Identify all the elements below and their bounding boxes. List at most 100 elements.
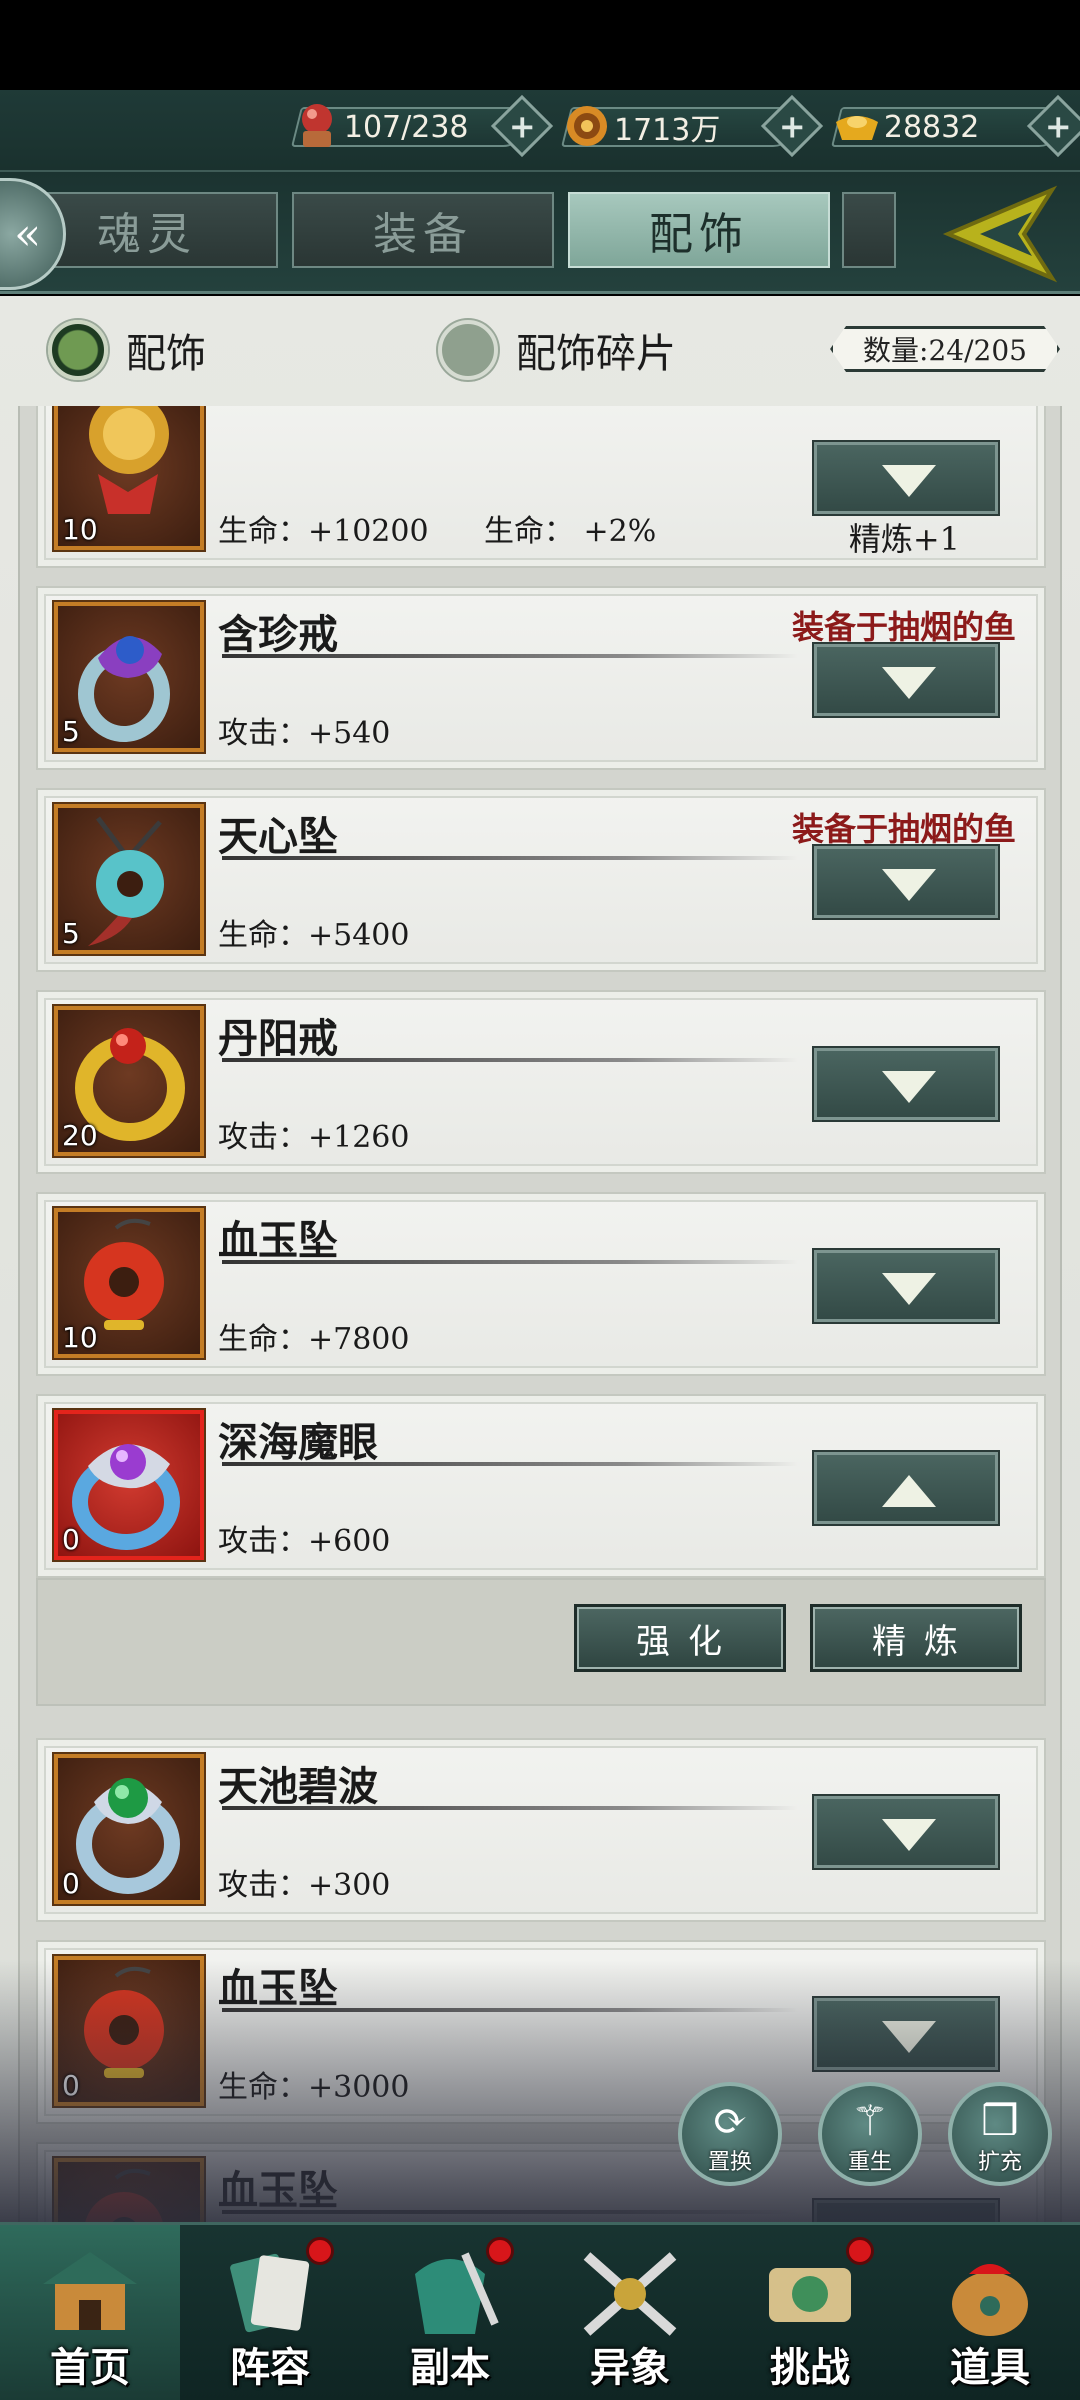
item-stat: 攻击：+300 [218, 1868, 391, 1903]
game-emblem-icon [940, 184, 1060, 284]
tab-equipment[interactable]: 装备 [292, 192, 554, 268]
coin-resource: 1713万 + [561, 94, 824, 158]
enhance-label: 强化 [636, 1621, 740, 1662]
accessory-card[interactable]: 0 深海魔眼 攻击：+600 [36, 1394, 1046, 1578]
item-level: 20 [62, 1119, 98, 1152]
notification-dot-icon [486, 2237, 514, 2265]
nav-label: 道具 [950, 2344, 1030, 2391]
refine-level: 精炼+1 [848, 520, 960, 558]
status-bar [0, 0, 1080, 90]
name-underline [222, 1462, 798, 1466]
bell-icon[interactable]: 10 [54, 406, 204, 550]
item-stat: 生命：+5400 [218, 918, 410, 953]
expand-button[interactable] [814, 1048, 998, 1120]
ring-purple-icon[interactable]: 5 [54, 602, 204, 752]
swap-label: 置换 [707, 2150, 752, 2175]
item-level: 0 [62, 1523, 80, 1556]
item-level: 10 [62, 513, 98, 546]
item-stat: 攻击：+600 [218, 1524, 391, 1559]
item-level: 0 [62, 1867, 80, 1900]
tab-equipment-label: 装备 [373, 209, 473, 260]
item-action-panel: 强化 精炼 [36, 1578, 1046, 1706]
accessory-card[interactable]: 20 丹阳戒 攻击：+1260 [36, 990, 1046, 1174]
accessory-card[interactable]: 0 天池碧波 攻击：+300 [36, 1738, 1046, 1922]
accessories-radio[interactable]: 配饰 [48, 320, 206, 380]
tab-soul-label: 魂灵 [97, 209, 197, 260]
item-name: 丹阳戒 [218, 1015, 338, 1062]
name-underline [222, 1260, 798, 1264]
fragments-radio-label: 配饰碎片 [516, 331, 676, 377]
accessory-card[interactable]: 10 血玉坠 生命：+7800 [36, 1192, 1046, 1376]
rebirth-label: 重生 [847, 2150, 892, 2175]
anomaly-icon [570, 2239, 690, 2349]
accessory-card[interactable]: 5 天心坠 生命：+5400 装备于抽烟的鱼 [36, 788, 1046, 972]
collapse-button[interactable] [814, 1452, 998, 1524]
expand-button[interactable] [814, 1250, 998, 1322]
jade-pendant-icon[interactable]: 5 [54, 804, 204, 954]
nav-dungeon[interactable]: 副本 [360, 2225, 540, 2400]
accessory-card[interactable]: 10 生命：+10200 生命： +2% 精炼+1 [36, 406, 1046, 568]
add-coin-button[interactable]: + [760, 94, 824, 158]
add-stamina-button[interactable]: + [490, 94, 554, 158]
bottom-fade [0, 1960, 1080, 2222]
expand-button[interactable]: ❒ 扩充 [948, 2082, 1052, 2186]
enhance-button[interactable]: 强化 [574, 1604, 786, 1672]
ring-silver-icon[interactable]: 0 [54, 1410, 204, 1560]
rebirth-icon: ⚚ [851, 2096, 889, 2145]
coin-value: 1713万 [614, 113, 721, 148]
nav-label: 异象 [590, 2344, 670, 2391]
item-stat: 攻击：+540 [218, 716, 391, 751]
nav-anomaly[interactable]: 异象 [540, 2225, 720, 2400]
gold-ingot-icon [830, 98, 884, 154]
item-name: 天心坠 [218, 813, 338, 860]
name-underline [222, 1806, 798, 1810]
tab-accessories[interactable]: 配饰 [568, 192, 830, 268]
accessories-radio-label: 配饰 [126, 331, 206, 377]
nav-label: 副本 [410, 2344, 490, 2391]
expand-label: 扩充 [977, 2150, 1022, 2175]
home-icon [30, 2239, 150, 2349]
expand-button[interactable] [814, 1796, 998, 1868]
notification-dot-icon [306, 2237, 334, 2265]
item-stat: 生命：+7800 [218, 1322, 410, 1357]
nav-items[interactable]: 道具 [900, 2225, 1080, 2400]
refine-button[interactable]: 精炼 [810, 1604, 1022, 1672]
ring-gold-icon[interactable]: 20 [54, 1006, 204, 1156]
item-name: 含珍戒 [218, 611, 338, 658]
red-pendant-icon[interactable]: 10 [54, 1208, 204, 1358]
notification-dot-icon [846, 2237, 874, 2265]
resource-bar: 107/238 + 1713万 + 28832 + [0, 90, 1080, 172]
fragments-radio[interactable]: 配饰碎片 [438, 320, 676, 380]
name-underline [222, 1058, 798, 1062]
rebirth-button[interactable]: ⚚ 重生 [818, 2082, 922, 2186]
stamina-resource: 107/238 + [291, 94, 554, 158]
accessory-card[interactable]: 5 含珍戒攻击：+540 装备于抽烟的鱼 [36, 586, 1046, 770]
nav-lineup[interactable]: 阵容 [180, 2225, 360, 2400]
expand-button[interactable] [814, 442, 998, 514]
tab-accessories-label: 配饰 [649, 209, 749, 260]
nav-home[interactable]: 首页 [0, 2225, 180, 2400]
item-stat: 生命：+10200 [218, 514, 429, 549]
bottom-navigation: 首页 阵容 副本 异象 挑战 道具 [0, 2222, 1080, 2400]
swap-icon: ⟳ [712, 2096, 748, 2145]
accessory-panel: 配饰 配饰碎片 数量:24/205 10 生命：+10200 生命： +2% 精炼+1… [0, 296, 1080, 2226]
coin-icon [560, 98, 614, 154]
item-stat-bonus: 生命： +2% [484, 514, 657, 549]
name-underline [222, 856, 798, 860]
item-level: 10 [62, 1321, 98, 1354]
nav-challenge[interactable]: 挑战 [720, 2225, 900, 2400]
bag-icon: ❒ [981, 2096, 1019, 2145]
swap-button[interactable]: ⟳ 置换 [678, 2082, 782, 2186]
ring-green-icon[interactable]: 0 [54, 1754, 204, 1904]
accessory-list[interactable]: 10 生命：+10200 生命： +2% 精炼+1 5 含珍戒攻击：+540 装备于抽烟的鱼… [18, 406, 1062, 2226]
equipped-by-label: 装备于抽烟的鱼 [791, 608, 1016, 646]
category-tabs: 魂灵 装备 配饰 [0, 172, 1080, 294]
tab-partial[interactable] [842, 192, 896, 268]
stamina-value: 107/238 [344, 109, 469, 145]
add-gold-button[interactable]: + [1026, 94, 1080, 158]
expand-button[interactable] [814, 846, 998, 918]
nav-label: 挑战 [770, 2344, 850, 2391]
double-chevron-left-icon: « [14, 208, 41, 260]
gold-value: 28832 [884, 109, 980, 145]
expand-button[interactable] [814, 644, 998, 716]
